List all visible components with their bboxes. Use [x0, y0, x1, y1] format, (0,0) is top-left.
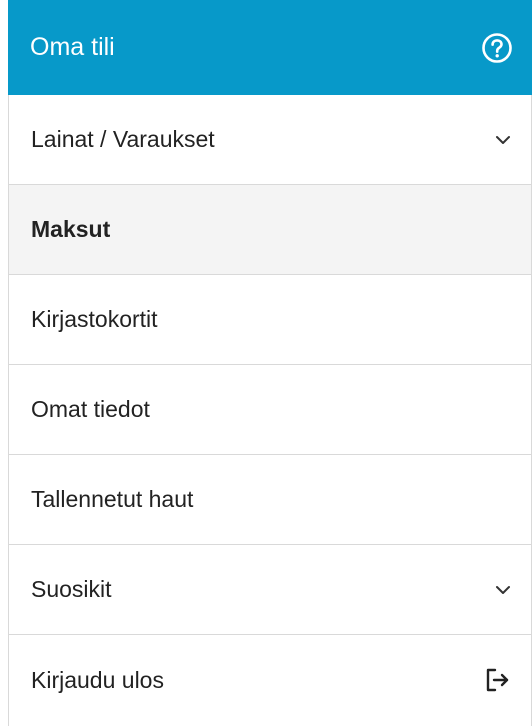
menu-item-profile[interactable]: Omat tiedot — [9, 365, 531, 455]
chevron-down-icon[interactable] — [495, 585, 511, 595]
account-menu-panel: Oma tili Lainat / Varaukset Maksut Kirja… — [8, 0, 532, 726]
menu-item-label: Kirjaudu ulos — [31, 666, 164, 693]
menu-item-logout[interactable]: Kirjaudu ulos — [9, 635, 531, 725]
menu-item-label: Lainat / Varaukset — [31, 126, 215, 152]
menu-item-label: Suosikit — [31, 576, 112, 602]
account-menu-title: Oma tili — [30, 33, 115, 61]
menu-item-favorites[interactable]: Suosikit — [9, 545, 531, 635]
logout-icon[interactable] — [483, 666, 511, 694]
question-circle-icon[interactable] — [480, 31, 514, 65]
menu-item-saved-searches[interactable]: Tallennetut haut — [9, 455, 531, 545]
menu-item-label: Maksut — [31, 216, 111, 242]
menu-item-label: Tallennetut haut — [31, 486, 194, 512]
menu-item-label: Kirjastokortit — [31, 306, 158, 332]
menu-item-library-cards[interactable]: Kirjastokortit — [9, 275, 531, 365]
chevron-down-icon[interactable] — [495, 135, 511, 145]
menu-item-label: Omat tiedot — [31, 396, 150, 422]
account-menu-list: Lainat / Varaukset Maksut Kirjastokortit… — [9, 95, 531, 725]
menu-item-loans-reservations[interactable]: Lainat / Varaukset — [9, 95, 531, 185]
account-menu-header: Oma tili — [8, 0, 532, 95]
menu-item-payments[interactable]: Maksut — [9, 185, 531, 275]
